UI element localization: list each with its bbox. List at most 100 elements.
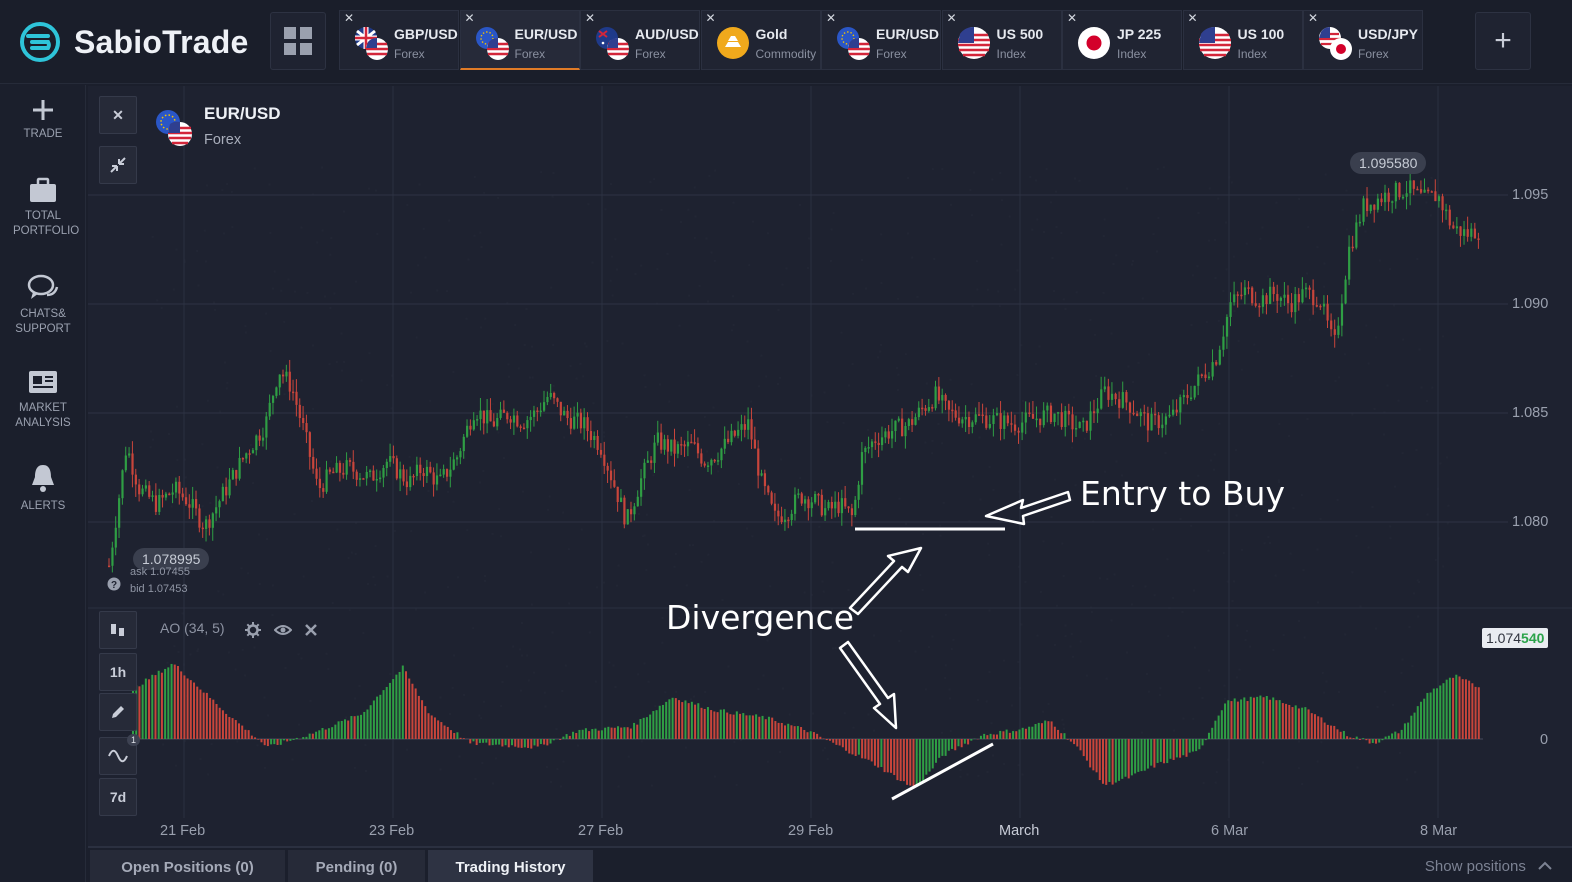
sidebar-item-market-analysis[interactable]: MARKET ANALYSIS	[0, 369, 86, 431]
collapse-chart-button[interactable]	[99, 146, 137, 184]
instrument-tab[interactable]: ✕ AUD/USD Forex	[580, 10, 700, 70]
candle-body	[1283, 295, 1285, 298]
candle-body	[630, 509, 632, 514]
ao-bar	[196, 687, 198, 739]
candle-body	[1053, 414, 1055, 422]
brand[interactable]: SabioTrade	[18, 20, 249, 64]
close-tab-icon[interactable]: ✕	[1188, 12, 1198, 24]
ao-bar	[1147, 739, 1149, 769]
add-tab-button[interactable]: +	[1475, 12, 1531, 70]
ao-bar	[906, 739, 908, 785]
ao-bar	[1089, 739, 1091, 767]
ao-bar	[595, 729, 597, 739]
instrument-tab[interactable]: ✕ US 100 Index	[1183, 10, 1303, 70]
ao-bar	[167, 667, 169, 739]
ao-bar	[495, 739, 497, 745]
chart-type-button[interactable]	[99, 611, 137, 649]
candle-body	[456, 457, 458, 459]
ao-bar	[929, 739, 931, 772]
ao-bar	[151, 675, 153, 739]
eye-icon[interactable]	[274, 624, 292, 636]
close-tab-icon[interactable]: ✕	[706, 12, 716, 24]
remove-indicator-icon[interactable]	[305, 624, 317, 636]
close-tab-icon[interactable]: ✕	[1308, 12, 1318, 24]
candle-body	[556, 398, 558, 402]
sidebar-item-alerts[interactable]: ALERTS	[0, 463, 86, 514]
sidebar-item-trade[interactable]: TRADE	[0, 99, 86, 142]
instrument-tab[interactable]: ✕ US 500 Index	[942, 10, 1062, 70]
close-tab-icon[interactable]: ✕	[947, 12, 957, 24]
ao-bar	[990, 734, 992, 739]
candle-body	[500, 410, 502, 418]
tab-trading-history[interactable]: Trading History	[428, 850, 594, 882]
candle-body	[332, 472, 334, 474]
ao-bar	[900, 739, 902, 781]
ao-bar	[244, 730, 246, 739]
candle-body	[797, 493, 799, 495]
candle-body	[764, 473, 766, 486]
ao-bar	[675, 698, 677, 739]
candle-body	[627, 509, 629, 524]
chart-area[interactable]: ✕ EUR/USD Forex 1.095580 1.078995 ask 1.…	[88, 86, 1572, 846]
current-price-highlight: 540	[1521, 630, 1544, 646]
ao-bar	[1198, 739, 1200, 749]
sidebar-item-chat[interactable]: CHATS& SUPPORT	[0, 273, 86, 337]
sidebar-item-portfolio[interactable]: TOTAL PORTFOLIO	[0, 177, 86, 239]
instrument-tab[interactable]: ✕ EUR/USD Forex	[460, 10, 580, 70]
instrument-tab[interactable]: ✕ USD/JPY Forex	[1303, 10, 1423, 70]
show-positions-toggle[interactable]: Show positions	[1425, 858, 1552, 875]
instrument-tab[interactable]: ✕ EUR/USD Forex	[821, 10, 941, 70]
candle-body	[1280, 298, 1282, 301]
close-chart-button[interactable]: ✕	[99, 96, 137, 134]
candle-body	[416, 465, 418, 476]
close-tab-icon[interactable]: ✕	[344, 12, 354, 24]
ao-bar	[1227, 700, 1229, 739]
candle-body	[141, 489, 143, 495]
ao-bar	[787, 724, 789, 739]
ao-bar	[1096, 739, 1098, 772]
close-tab-icon[interactable]: ✕	[1067, 12, 1077, 24]
ao-bar	[540, 739, 542, 744]
candle-body	[493, 421, 495, 426]
candle-body	[1427, 190, 1429, 192]
candle-body	[707, 465, 709, 467]
ao-bar	[800, 727, 802, 739]
ao-bar	[861, 739, 863, 758]
candle-body	[1208, 377, 1210, 379]
ao-bar	[447, 727, 449, 739]
close-tab-icon[interactable]: ✕	[585, 12, 595, 24]
ao-bar	[691, 702, 693, 739]
gear-icon[interactable]	[245, 622, 261, 638]
ao-bar	[1324, 723, 1326, 739]
drawing-tool-button[interactable]	[99, 693, 137, 731]
close-tab-icon[interactable]: ✕	[465, 12, 475, 24]
positions-panel: Open Positions (0) Pending (0) Trading H…	[88, 846, 1572, 882]
instrument-tab[interactable]: ✕ Gold Commodity	[701, 10, 821, 70]
candle-body	[372, 471, 374, 481]
candle-body	[269, 403, 271, 417]
ao-bar	[190, 680, 192, 739]
ao-bar	[1166, 739, 1168, 763]
tab-name: EUR/USD	[515, 26, 578, 42]
candle-body	[1291, 303, 1293, 312]
instrument-tab[interactable]: ✕ GBP/USD Forex	[339, 10, 459, 70]
candle-body	[489, 410, 491, 421]
ao-bar	[1009, 733, 1011, 739]
ao-bar	[203, 693, 205, 739]
indicators-button[interactable]: 1	[99, 737, 137, 775]
layout-grid-button[interactable]	[270, 12, 326, 70]
instrument-tab[interactable]: ✕ JP 225 Index	[1062, 10, 1182, 70]
close-tab-icon[interactable]: ✕	[826, 12, 836, 24]
tab-open-positions[interactable]: Open Positions (0)	[90, 850, 286, 882]
candle-body	[543, 402, 545, 410]
help-icon[interactable]: ?	[107, 577, 121, 591]
ao-bar	[248, 730, 250, 739]
tab-pending[interactable]: Pending (0)	[288, 850, 426, 882]
tab-category: Forex	[876, 47, 907, 61]
range-button[interactable]: 7d	[99, 778, 137, 816]
timeframe-button[interactable]: 1h	[99, 653, 137, 691]
tab-name: US 500	[997, 26, 1044, 42]
price-chart[interactable]	[88, 86, 1572, 846]
candle-body	[761, 473, 763, 475]
candle-body	[1373, 205, 1375, 210]
